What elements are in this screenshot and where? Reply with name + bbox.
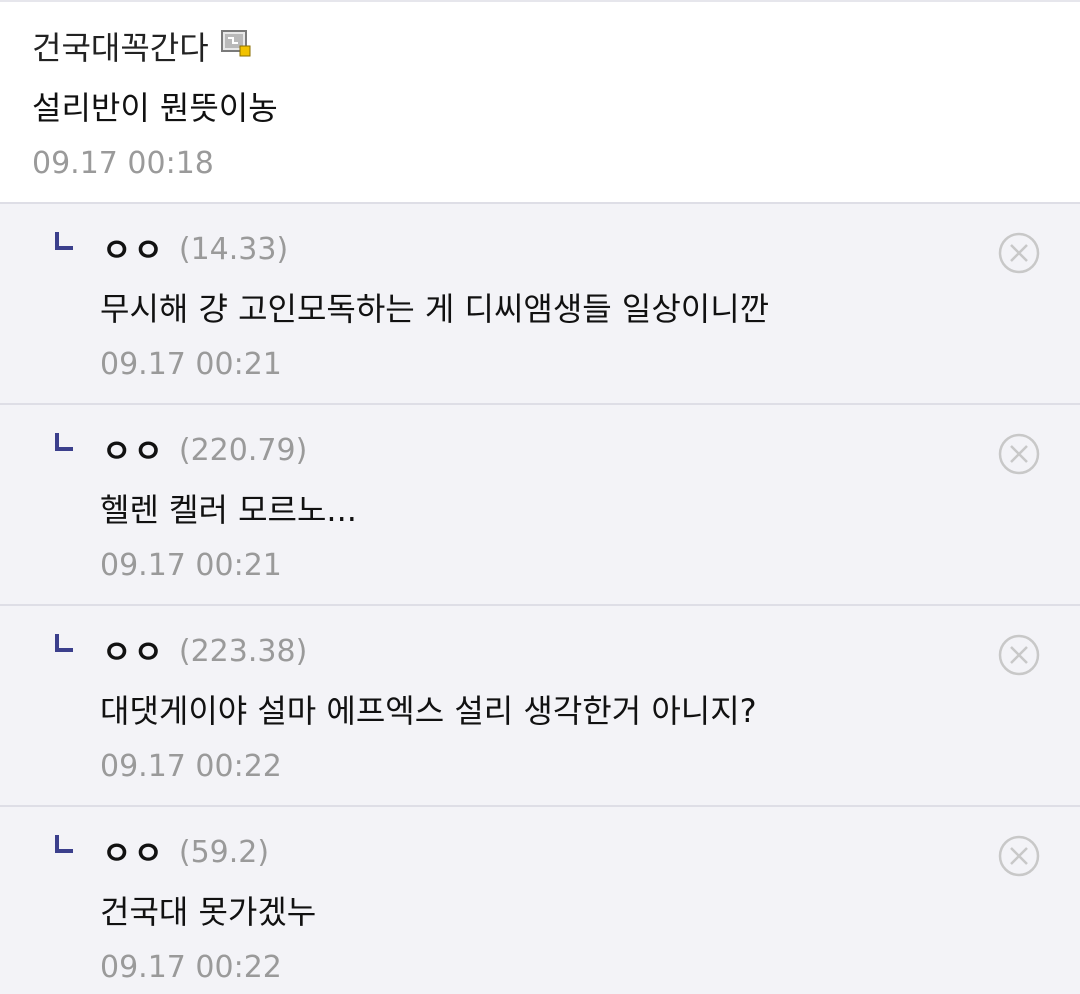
reply-item: ㅇㅇ (220.79) 헬렌 켈러 모르노... 09.17 00:21: [0, 403, 1080, 604]
reply-arrow-icon: [55, 232, 73, 252]
reply-item: ㅇㅇ (223.38) 대댓게이야 설마 에프엑스 설리 생각한거 아니지? 0…: [0, 604, 1080, 805]
reply-nickname[interactable]: ㅇㅇ: [102, 228, 165, 272]
main-comment-timestamp: 09.17 00:18: [32, 146, 214, 181]
delete-reply-button[interactable]: [997, 231, 1041, 275]
delete-reply-button[interactable]: [997, 633, 1041, 677]
comment-thread: 건국대꼭간다 설리반이 뭔뜻이농 09.17 00:18 ㅇㅇ (14.33) …: [0, 0, 1080, 994]
delete-reply-button[interactable]: [997, 432, 1041, 476]
delete-reply-button[interactable]: [997, 834, 1041, 878]
reply-body: 헬렌 켈러 모르노...: [100, 491, 357, 529]
reply-ip: (14.33): [178, 232, 289, 267]
reply-nickname[interactable]: ㅇㅇ: [102, 831, 165, 875]
main-comment-author-row: 건국대꼭간다: [32, 28, 251, 68]
reply-timestamp: 09.17 00:21: [100, 347, 282, 382]
reply-author-row: ㅇㅇ (59.2): [102, 831, 269, 875]
main-comment-body: 설리반이 뭔뜻이농: [32, 89, 278, 127]
main-comment: 건국대꼭간다 설리반이 뭔뜻이농 09.17 00:18: [0, 0, 1080, 202]
gonik-user-icon: [220, 30, 251, 58]
reply-timestamp: 09.17 00:21: [100, 548, 282, 583]
reply-item: ㅇㅇ (59.2) 건국대 못가겠누 09.17 00:22: [0, 805, 1080, 994]
reply-nickname[interactable]: ㅇㅇ: [102, 630, 165, 674]
reply-arrow-icon: [55, 835, 73, 855]
reply-arrow-icon: [55, 433, 73, 453]
reply-body: 대댓게이야 설마 에프엑스 설리 생각한거 아니지?: [100, 692, 757, 730]
reply-timestamp: 09.17 00:22: [100, 749, 282, 784]
reply-timestamp: 09.17 00:22: [100, 950, 282, 985]
reply-ip: (220.79): [178, 433, 308, 468]
reply-arrow-icon: [55, 634, 73, 654]
main-comment-author[interactable]: 건국대꼭간다: [32, 28, 209, 68]
close-circle-icon: [998, 232, 1040, 274]
reply-ip: (223.38): [178, 634, 308, 669]
reply-nickname[interactable]: ㅇㅇ: [102, 429, 165, 473]
reply-author-row: ㅇㅇ (220.79): [102, 429, 307, 473]
close-circle-icon: [998, 835, 1040, 877]
reply-body: 무시해 걍 고인모독하는 게 디씨앰생들 일상이니깐: [100, 290, 770, 328]
reply-item: ㅇㅇ (14.33) 무시해 걍 고인모독하는 게 디씨앰생들 일상이니깐 09…: [0, 202, 1080, 403]
reply-author-row: ㅇㅇ (223.38): [102, 630, 307, 674]
reply-ip: (59.2): [178, 835, 270, 870]
reply-body: 건국대 못가겠누: [100, 893, 317, 931]
close-circle-icon: [998, 634, 1040, 676]
close-circle-icon: [998, 433, 1040, 475]
reply-author-row: ㅇㅇ (14.33): [102, 228, 288, 272]
